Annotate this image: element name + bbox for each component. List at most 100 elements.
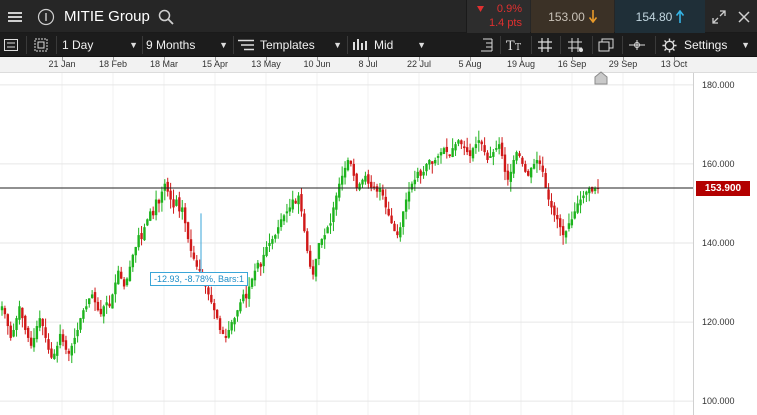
time-marker-icon[interactable]: [594, 71, 608, 85]
buy-button[interactable]: 154.80: [615, 0, 705, 33]
candle-body: [131, 254, 135, 268]
price-tick-label: 100.000: [702, 396, 735, 406]
date-tick: [164, 57, 165, 61]
candle-body: [425, 163, 428, 172]
menu-icon[interactable]: [0, 0, 30, 33]
candle-body: [390, 215, 393, 224]
candle-body: [247, 286, 251, 299]
candle-body: [416, 171, 419, 179]
candle-body: [70, 345, 73, 356]
date-tick: [62, 57, 63, 61]
candle-body: [82, 310, 85, 319]
candle-body: [358, 183, 361, 190]
info-icon[interactable]: [33, 0, 59, 33]
candle-body: [460, 140, 463, 145]
templates-select[interactable]: Templates ▼: [238, 33, 346, 57]
price-chart[interactable]: 180.000 160.000 140.000 120.000 100.000: [0, 73, 757, 415]
candle-body: [125, 278, 129, 286]
candle-body: [384, 196, 387, 208]
list-icon[interactable]: [4, 33, 20, 57]
crosshair-icon[interactable]: [629, 33, 647, 57]
expand-icon[interactable]: [708, 0, 730, 33]
candle-body: [532, 163, 536, 169]
candle-body: [561, 226, 565, 236]
candle-body: [300, 194, 303, 212]
candle-body: [346, 159, 350, 171]
copy-windows-icon[interactable]: [598, 33, 616, 57]
candle-body: [90, 294, 94, 298]
candle-body: [332, 207, 335, 223]
candle-body: [512, 159, 515, 174]
candle-body: [335, 195, 338, 210]
candle-body: [245, 293, 248, 299]
candle-body: [32, 337, 36, 348]
candle-body: [364, 175, 367, 182]
candle-body: [189, 239, 193, 251]
caret-down-icon: ▼: [741, 40, 750, 50]
date-tick: [470, 57, 471, 61]
candle-body: [181, 207, 184, 212]
candle-body: [111, 294, 114, 309]
measurement-label: -12.93, -8.78%, Bars:1: [150, 272, 249, 286]
candle-body: [343, 167, 347, 178]
templates-label: Templates: [260, 38, 315, 52]
candle-body: [53, 353, 56, 359]
candle-body: [576, 203, 579, 213]
candle-body: [451, 148, 454, 158]
period-select[interactable]: 9 Months ▼: [146, 33, 232, 57]
candle-body: [393, 223, 396, 232]
date-tick: [266, 57, 267, 61]
candle-body: [465, 147, 469, 153]
candle-body: [524, 163, 527, 172]
candle-body: [375, 186, 379, 192]
candle-body: [474, 144, 478, 149]
candle-body: [480, 141, 483, 145]
caret-down-icon: ▼: [129, 40, 138, 50]
date-tick: [368, 57, 369, 61]
candle-body: [454, 144, 457, 151]
candlestick-plot[interactable]: 180.000 160.000 140.000 120.000 100.000: [0, 73, 757, 415]
bars-icon: [353, 39, 367, 50]
grid-icon[interactable]: [538, 33, 554, 57]
caret-down-icon: ▼: [333, 40, 342, 50]
candle-body: [102, 306, 105, 317]
candle-body: [169, 190, 172, 200]
settings-button[interactable]: Settings ▼: [662, 33, 754, 57]
candle-body: [236, 310, 239, 317]
sell-button[interactable]: 153.00: [531, 0, 614, 33]
candle-body: [239, 302, 242, 312]
candle-body: [515, 152, 518, 161]
candle-body: [500, 142, 504, 157]
candle-body: [527, 170, 530, 176]
price-tick-label: 160.000: [702, 159, 735, 169]
candle-body: [567, 223, 571, 229]
candle-body: [547, 189, 550, 200]
candle-body: [314, 258, 318, 277]
crosshair-grid-icon[interactable]: [568, 33, 586, 57]
gear-icon: [662, 37, 677, 53]
candle-body: [579, 199, 582, 206]
drawing-tools-icon[interactable]: [480, 33, 496, 57]
layout-icon[interactable]: [34, 33, 50, 57]
candle-body: [559, 218, 562, 228]
candle-body: [21, 307, 24, 319]
candle-body: [521, 157, 524, 164]
candle-body: [259, 263, 262, 267]
price-type-select[interactable]: Mid ▼: [352, 33, 430, 57]
candle-body: [413, 179, 417, 185]
candle-body: [306, 231, 309, 251]
caret-down-icon: ▼: [417, 40, 426, 50]
candle-body: [553, 205, 556, 216]
close-icon[interactable]: [733, 0, 755, 33]
current-price-tag: 153.900: [696, 180, 750, 196]
candle-body: [85, 306, 88, 310]
candle-body: [213, 303, 216, 311]
search-icon[interactable]: [156, 0, 176, 33]
text-tool-icon[interactable]: TT: [506, 33, 526, 57]
candle-body: [73, 337, 76, 345]
candle-body: [233, 318, 236, 325]
interval-select[interactable]: 1 Day ▼: [62, 33, 142, 57]
price-type-label: Mid: [374, 38, 394, 52]
candle-body: [439, 152, 443, 156]
candle-body: [114, 282, 117, 295]
